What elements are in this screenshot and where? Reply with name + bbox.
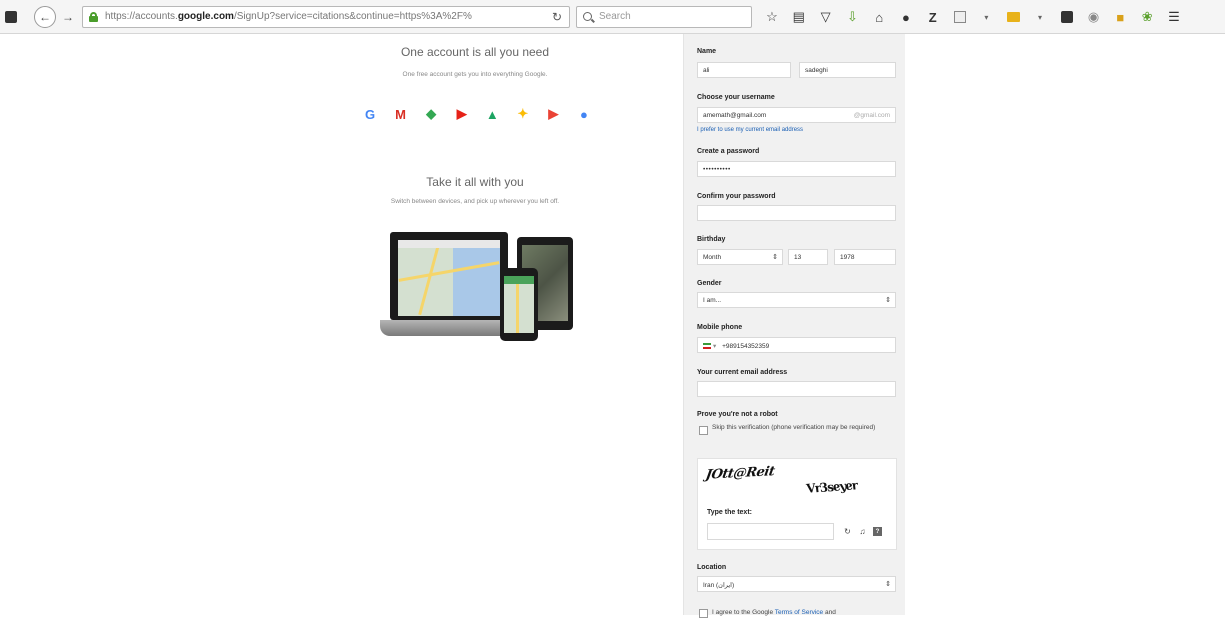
promo-subheading: One free account gets you into everythin… bbox=[402, 71, 548, 78]
browser-toolbar: ← → https://accounts.google.com/SignUp?s… bbox=[0, 0, 1225, 34]
current-email-input[interactable] bbox=[697, 381, 896, 397]
password-label: Create a password bbox=[697, 148, 760, 155]
folder-icon[interactable] bbox=[1003, 7, 1023, 27]
captcha-input[interactable] bbox=[707, 523, 834, 540]
captcha-controls: ↻ ♫ ? bbox=[843, 527, 882, 536]
search-icon bbox=[583, 12, 592, 21]
username-suffix: @gmail.com bbox=[853, 112, 890, 119]
username-input[interactable]: amemath@gmail.com @gmail.com bbox=[697, 107, 896, 123]
username-value: amemath@gmail.com bbox=[703, 112, 767, 119]
gender-value: I am... bbox=[703, 297, 722, 304]
birth-month-select[interactable]: Month ⇕ bbox=[697, 249, 783, 265]
promo-heading-2: Take it all with you bbox=[426, 175, 524, 189]
black-square-icon[interactable] bbox=[1057, 7, 1077, 27]
username-label: Choose your username bbox=[697, 94, 775, 101]
chrome-icon: ● bbox=[580, 106, 588, 122]
agree-terms-checkbox[interactable] bbox=[699, 609, 708, 618]
gender-label: Gender bbox=[697, 280, 722, 287]
type-text-label: Type the text: bbox=[707, 509, 752, 516]
zotero-icon[interactable]: Z bbox=[923, 7, 943, 27]
dropdown-icon[interactable]: ▾ bbox=[1030, 7, 1050, 27]
gender-select[interactable]: I am... ⇕ bbox=[697, 292, 896, 308]
help-icon[interactable]: ? bbox=[873, 527, 882, 536]
phone-screen bbox=[504, 276, 534, 333]
laptop-map bbox=[398, 240, 500, 316]
home-icon[interactable]: ⌂ bbox=[869, 7, 889, 27]
chevron-down-icon: ⇕ bbox=[885, 297, 891, 304]
reload-icon[interactable]: ↻ bbox=[549, 9, 565, 25]
menu-icon[interactable]: ☰ bbox=[1164, 7, 1184, 27]
screenshot-icon[interactable] bbox=[950, 7, 970, 27]
back-button[interactable]: ← bbox=[34, 6, 56, 28]
search-placeholder: Search bbox=[599, 11, 631, 22]
star-icon[interactable]: ☆ bbox=[762, 7, 782, 27]
gmail-icon: M bbox=[395, 106, 406, 122]
lock-icon bbox=[89, 12, 98, 22]
promo-heading: One account is all you need bbox=[400, 45, 550, 59]
birth-year-input[interactable]: 1978 bbox=[834, 249, 896, 265]
audio-icon[interactable]: ♫ bbox=[858, 527, 867, 536]
search-bar[interactable]: Search bbox=[576, 6, 752, 28]
agree-terms-text: I agree to the Google Terms of Service a… bbox=[712, 609, 836, 616]
location-value: Iran (ایران) bbox=[703, 582, 735, 589]
forward-button[interactable]: → bbox=[60, 10, 76, 24]
birthday-label: Birthday bbox=[697, 236, 726, 243]
refresh-icon[interactable]: ↻ bbox=[843, 527, 852, 536]
promo-subheading-2: Switch between devices, and pick up wher… bbox=[390, 198, 560, 205]
addon-circle-icon[interactable]: ◉ bbox=[1084, 7, 1104, 27]
drive-icon: ▲ bbox=[485, 106, 499, 122]
service-icons: G M ◆ ▶ ▲ ✦ ▶ ● bbox=[362, 106, 592, 122]
confirm-password-label: Confirm your password bbox=[697, 193, 776, 200]
reading-list-icon[interactable]: ▤ bbox=[789, 7, 809, 27]
robot-label: Prove you're not a robot bbox=[697, 411, 778, 418]
url-bar[interactable]: https://accounts.google.com/SignUp?servi… bbox=[82, 6, 570, 28]
name-label: Name bbox=[697, 48, 717, 55]
maps-icon: ◆ bbox=[426, 106, 437, 121]
pocket-icon[interactable]: ▽ bbox=[816, 7, 836, 27]
addon-green-icon[interactable]: ❀ bbox=[1137, 7, 1157, 27]
bookmark-icon[interactable]: ■ bbox=[1110, 7, 1130, 27]
location-select[interactable]: Iran (ایران) ⇕ bbox=[697, 576, 896, 592]
chevron-down-icon: ⇕ bbox=[885, 581, 891, 588]
location-label: Location bbox=[697, 564, 727, 571]
last-name-input[interactable]: sadeghi bbox=[799, 62, 896, 78]
mobile-phone-value: +989154352359 bbox=[722, 343, 770, 350]
iran-flag-icon[interactable] bbox=[703, 343, 711, 350]
toolbar-icons: ☆ ▤ ▽ ⇩ ⌂ ● Z ▾ ▾ ◉ ■ ❀ ☰ bbox=[762, 7, 1191, 27]
mobile-phone-input[interactable]: ▾ +989154352359 bbox=[697, 337, 896, 353]
google-icon: G bbox=[364, 106, 376, 122]
laptop-base bbox=[380, 320, 520, 336]
sidebar-toggle-icon[interactable] bbox=[5, 11, 17, 23]
password-input[interactable]: •••••••••• bbox=[697, 161, 896, 177]
current-email-label: Your current email address bbox=[697, 369, 788, 376]
country-dropdown-icon[interactable]: ▾ bbox=[713, 343, 716, 350]
photos-icon: ✦ bbox=[517, 106, 529, 121]
chat-icon[interactable]: ● bbox=[896, 7, 916, 27]
chevron-down-icon: ⇕ bbox=[772, 254, 778, 261]
birth-month-value: Month bbox=[703, 254, 722, 261]
birth-day-input[interactable]: 13 bbox=[788, 249, 828, 265]
first-name-input[interactable]: ali bbox=[697, 62, 791, 78]
youtube-icon: ▶ bbox=[456, 106, 467, 121]
dropdown-icon[interactable]: ▾ bbox=[976, 7, 996, 27]
skip-verification-text: Skip this verification (phone verificati… bbox=[712, 424, 876, 431]
play-icon: ▶ bbox=[548, 106, 559, 121]
download-icon[interactable]: ⇩ bbox=[842, 7, 862, 27]
prefer-current-email-link[interactable]: I prefer to use my current email address bbox=[697, 127, 803, 133]
url-text: https://accounts.google.com/SignUp?servi… bbox=[105, 11, 472, 22]
confirm-password-input[interactable] bbox=[697, 205, 896, 221]
skip-verification-checkbox[interactable] bbox=[699, 426, 708, 435]
mobile-phone-label: Mobile phone bbox=[697, 324, 743, 331]
